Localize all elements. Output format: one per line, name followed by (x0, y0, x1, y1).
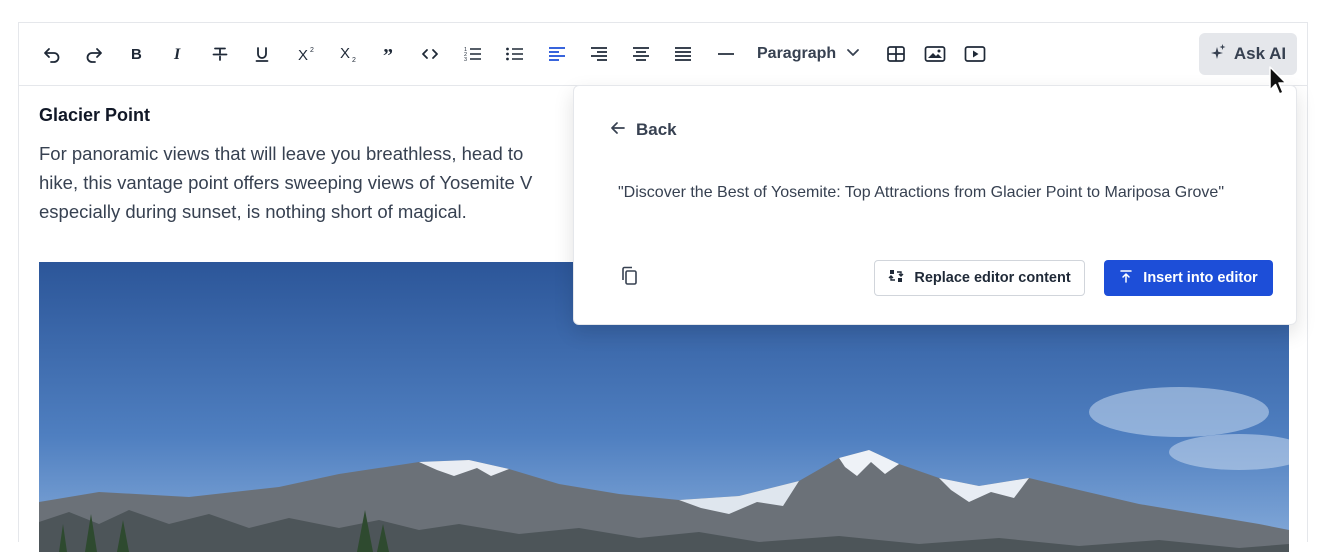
strikethrough-icon[interactable] (209, 41, 231, 67)
undo-icon[interactable] (41, 41, 63, 67)
paragraph-line: hike, this vantage point offers sweeping… (39, 172, 533, 193)
superscript-icon[interactable]: X2 (295, 41, 319, 67)
paragraph-line: especially during sunset, is nothing sho… (39, 201, 467, 222)
svg-text:”: ” (383, 45, 393, 63)
insert-icon (1119, 269, 1133, 287)
svg-text:B: B (131, 46, 142, 63)
paragraph-style-select[interactable]: Paragraph (757, 41, 860, 67)
svg-text:I: I (173, 46, 181, 63)
svg-text:2: 2 (310, 47, 314, 54)
ordered-list-icon[interactable]: 123 (462, 41, 484, 67)
align-justify-icon[interactable] (672, 41, 694, 67)
sparkle-icon (1210, 43, 1226, 66)
bullet-list-icon[interactable] (504, 41, 526, 67)
video-icon[interactable] (963, 41, 987, 67)
editor-toolbar: B I X2 X2 ” 123 Paragraph Ask AI (19, 23, 1307, 86)
back-label: Back (636, 120, 677, 139)
underline-icon[interactable] (251, 41, 273, 67)
paragraph-style-label: Paragraph (757, 45, 837, 62)
italic-icon[interactable]: I (167, 41, 189, 67)
mouse-pointer-icon (1268, 66, 1288, 103)
ask-ai-label: Ask AI (1233, 44, 1287, 63)
image-icon[interactable] (923, 41, 947, 67)
code-icon[interactable] (419, 41, 441, 67)
ai-suggestion-text: "Discover the Best of Yosemite: Top Attr… (618, 184, 1224, 201)
svg-text:3: 3 (464, 57, 467, 63)
ai-suggestion-popup: Back "Discover the Best of Yosemite: Top… (573, 85, 1297, 325)
horizontal-rule-icon[interactable] (715, 41, 737, 67)
redo-icon[interactable] (83, 41, 105, 67)
copy-icon[interactable] (620, 266, 638, 291)
replace-label: Replace editor content (914, 270, 1071, 286)
paragraph-line: For panoramic views that will leave you … (39, 143, 524, 164)
table-icon[interactable] (885, 41, 907, 67)
insert-label: Insert into editor (1143, 270, 1258, 286)
align-center-icon[interactable] (630, 41, 652, 67)
body-paragraph: For panoramic views that will leave you … (39, 139, 599, 226)
replace-icon (888, 268, 904, 288)
svg-text:X: X (340, 45, 350, 62)
svg-text:X: X (298, 47, 308, 63)
align-right-icon[interactable] (588, 41, 610, 67)
align-left-icon[interactable] (546, 41, 568, 67)
back-button[interactable]: Back (610, 120, 677, 140)
blockquote-icon[interactable]: ” (379, 41, 401, 67)
chevron-down-icon (846, 45, 860, 63)
subscript-icon[interactable]: X2 (337, 41, 361, 67)
bold-icon[interactable]: B (125, 41, 147, 67)
arrow-left-icon (610, 120, 626, 140)
replace-editor-content-button[interactable]: Replace editor content (874, 260, 1085, 296)
insert-into-editor-button[interactable]: Insert into editor (1104, 260, 1273, 296)
svg-text:2: 2 (352, 57, 356, 63)
section-heading: Glacier Point (39, 105, 151, 125)
